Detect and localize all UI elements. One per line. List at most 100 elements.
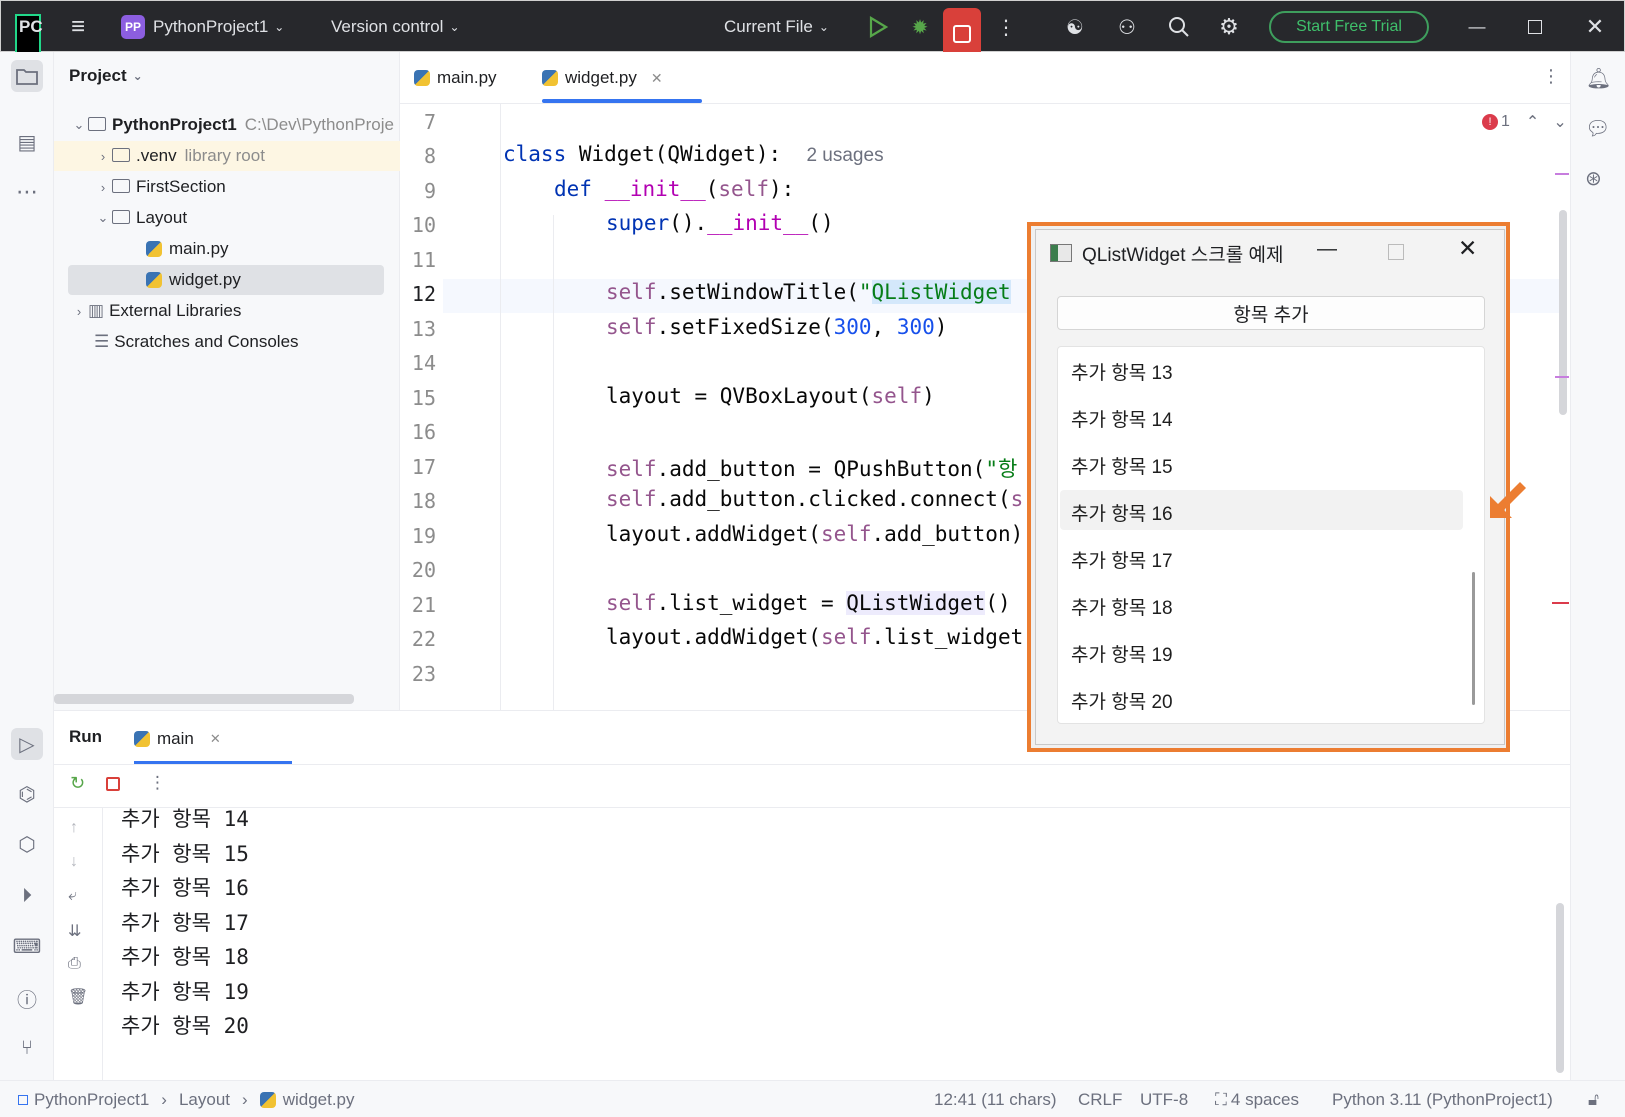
list-scrollbar[interactable] — [1472, 572, 1475, 705]
arrow-up-icon[interactable]: ↑ — [70, 819, 78, 837]
print-icon[interactable]: ⎙ — [68, 955, 81, 973]
project-folder-icon[interactable] — [11, 60, 43, 92]
run-tool-icon[interactable]: ▷ — [11, 728, 43, 760]
close-window-icon[interactable]: ✕ — [1583, 1, 1607, 53]
chevron-right-icon: › — [100, 148, 106, 164]
project-selector[interactable]: PP PythonProject1 ⌄ — [121, 1, 284, 53]
qt-close-icon[interactable]: ✕ — [1458, 235, 1477, 262]
python-file-icon — [259, 1091, 276, 1108]
git-branch-icon[interactable]: ⑂ — [11, 1032, 43, 1064]
tree-item-main-py[interactable]: main.py — [54, 234, 400, 264]
notifications-bell-icon[interactable]: 🔔︎ — [1586, 66, 1611, 91]
run-config-label: Current File — [724, 17, 813, 36]
python-packages-icon[interactable]: ⌬ — [11, 778, 43, 810]
scroll-to-end-icon[interactable]: ⇊ — [68, 921, 81, 941]
run-panel-title: Run — [69, 727, 103, 746]
line-number: 10 — [411, 213, 436, 237]
list-item[interactable]: 추가 항목 16 — [1071, 492, 1173, 532]
horizontal-scrollbar[interactable] — [54, 694, 354, 704]
start-free-trial-button[interactable]: Start Free Trial — [1269, 11, 1429, 43]
minimize-window-icon[interactable]: — — [1465, 1, 1489, 53]
readonly-lock-icon[interactable]: 🔓︎ — [1588, 1081, 1599, 1117]
tree-item-layout[interactable]: ⌄ Layout — [54, 203, 400, 233]
plugin-icon[interactable]: ⊛ — [1585, 166, 1602, 191]
ai-chat-icon[interactable]: 💬︎ — [1585, 116, 1610, 141]
stop-icon[interactable] — [106, 777, 120, 791]
services-run-icon[interactable]: ⏵ — [11, 880, 43, 912]
tab-main-py[interactable]: main.py — [414, 52, 497, 104]
library-icon: ▥ — [88, 301, 105, 320]
arrow-down-icon[interactable]: ↓ — [70, 853, 78, 871]
list-item[interactable]: 추가 항목 18 — [1071, 586, 1173, 626]
services-icon[interactable]: ⬡ — [11, 828, 43, 860]
tree-item-external-libraries[interactable]: › ▥ External Libraries — [54, 296, 400, 326]
inspection-widget[interactable]: ! 1 ⌃ ⌄ — [1482, 112, 1567, 132]
breadcrumb-item[interactable]: widget.py — [283, 1090, 355, 1110]
list-item[interactable]: 추가 항목 20 — [1071, 680, 1173, 720]
tree-item-firstsection[interactable]: › FirstSection — [54, 172, 400, 202]
editor-scrollbar[interactable] — [1559, 210, 1567, 415]
tree-item-scratches[interactable]: ☰ Scratches and Consoles — [54, 327, 400, 357]
caret-position[interactable]: 12:41 (11 chars) — [934, 1081, 1057, 1117]
more-actions-icon[interactable]: ⋮ — [996, 1, 1016, 53]
project-panel: Project ⌄ ⌄ PythonProject1 C:\Dev\Python… — [54, 52, 400, 710]
structure-icon[interactable]: ▤ — [11, 126, 43, 158]
python-file-icon — [542, 70, 558, 86]
chevron-up-icon[interactable]: ⌃ — [1526, 112, 1539, 132]
chevron-down-icon[interactable]: ⌄ — [1553, 112, 1566, 132]
list-item[interactable]: 추가 항목 14 — [1071, 398, 1173, 438]
line-number: 16 — [411, 420, 436, 444]
search-icon[interactable] — [1165, 1, 1193, 53]
tree-item-pythonproject1[interactable]: ⌄ PythonProject1 C:\Dev\PythonProje — [54, 110, 400, 140]
list-item[interactable]: 추가 항목 13 — [1071, 351, 1173, 391]
line-number: 20 — [411, 558, 436, 582]
ai-assistant-icon[interactable]: ☯ — [1061, 1, 1089, 53]
list-item[interactable]: 추가 항목 15 — [1071, 445, 1173, 485]
list-item[interactable]: 추가 항목 19 — [1071, 633, 1173, 673]
file-encoding[interactable]: UTF-8 — [1140, 1081, 1188, 1117]
folder-icon — [112, 148, 130, 162]
indent-setting[interactable]: ⛶ 4 spaces — [1215, 1081, 1299, 1117]
tree-item-widget-py[interactable]: widget.py — [68, 265, 384, 295]
close-tab-icon[interactable]: ✕ — [651, 70, 663, 87]
folder-icon — [112, 179, 130, 193]
line-separator[interactable]: CRLF — [1078, 1081, 1122, 1117]
run-button[interactable] — [865, 1, 891, 53]
line-number: 14 — [411, 351, 436, 375]
settings-gear-icon[interactable]: ⚙ — [1215, 1, 1243, 53]
project-name: PythonProject1 — [153, 17, 269, 36]
close-tab-icon[interactable]: ✕ — [210, 731, 221, 747]
rerun-icon[interactable]: ↻ — [70, 773, 85, 794]
maximize-window-icon[interactable] — [1523, 1, 1547, 53]
problems-icon[interactable]: ⓘ — [11, 982, 43, 1014]
vcs-menu[interactable]: Version control ⌄ — [331, 1, 460, 53]
tab-options-icon[interactable]: ⋮ — [1542, 66, 1560, 87]
indent-icon: ⛶ — [1215, 1089, 1227, 1109]
python-interpreter[interactable]: Python 3.11 (PythonProject1) — [1332, 1081, 1553, 1117]
project-panel-header[interactable]: Project ⌄ — [69, 66, 143, 86]
run-tab-main[interactable]: main ✕ — [134, 719, 221, 759]
run-config-selector[interactable]: Current File ⌄ — [724, 1, 829, 53]
qt-minimize-icon[interactable]: — — [1317, 238, 1337, 261]
tree-item-venv[interactable]: › .venv library root — [54, 141, 400, 171]
debug-button[interactable]: ✹ — [905, 1, 935, 53]
line-number: 8 — [423, 144, 436, 168]
add-user-icon[interactable]: ⚇ — [1113, 1, 1141, 53]
list-item[interactable]: 추가 항목 17 — [1071, 539, 1173, 579]
breadcrumb-item[interactable]: Layout — [179, 1090, 230, 1110]
soft-wrap-icon[interactable]: ⤶ — [68, 887, 77, 905]
more-actions-icon[interactable]: ⋮ — [149, 773, 166, 793]
tree-item-label: External Libraries — [109, 301, 242, 320]
tab-widget-py[interactable]: widget.py ✕ — [542, 52, 663, 104]
code-line-17: self.add_button = QPushButton("항 — [606, 457, 1018, 481]
trash-icon[interactable]: 🗑 — [68, 987, 88, 1007]
qt-maximize-icon[interactable] — [1388, 244, 1404, 260]
project-badge: PP — [121, 15, 145, 39]
terminal-icon[interactable]: ⌨ — [11, 930, 43, 962]
add-item-button[interactable]: 항목 추가 — [1057, 296, 1485, 330]
run-scrollbar[interactable] — [1556, 903, 1564, 1073]
breadcrumb-item[interactable]: PythonProject1 — [34, 1090, 149, 1110]
error-icon: ! — [1482, 114, 1498, 130]
main-menu-icon[interactable]: ≡ — [65, 1, 91, 53]
more-tools-icon[interactable]: ⋯ — [11, 176, 43, 208]
